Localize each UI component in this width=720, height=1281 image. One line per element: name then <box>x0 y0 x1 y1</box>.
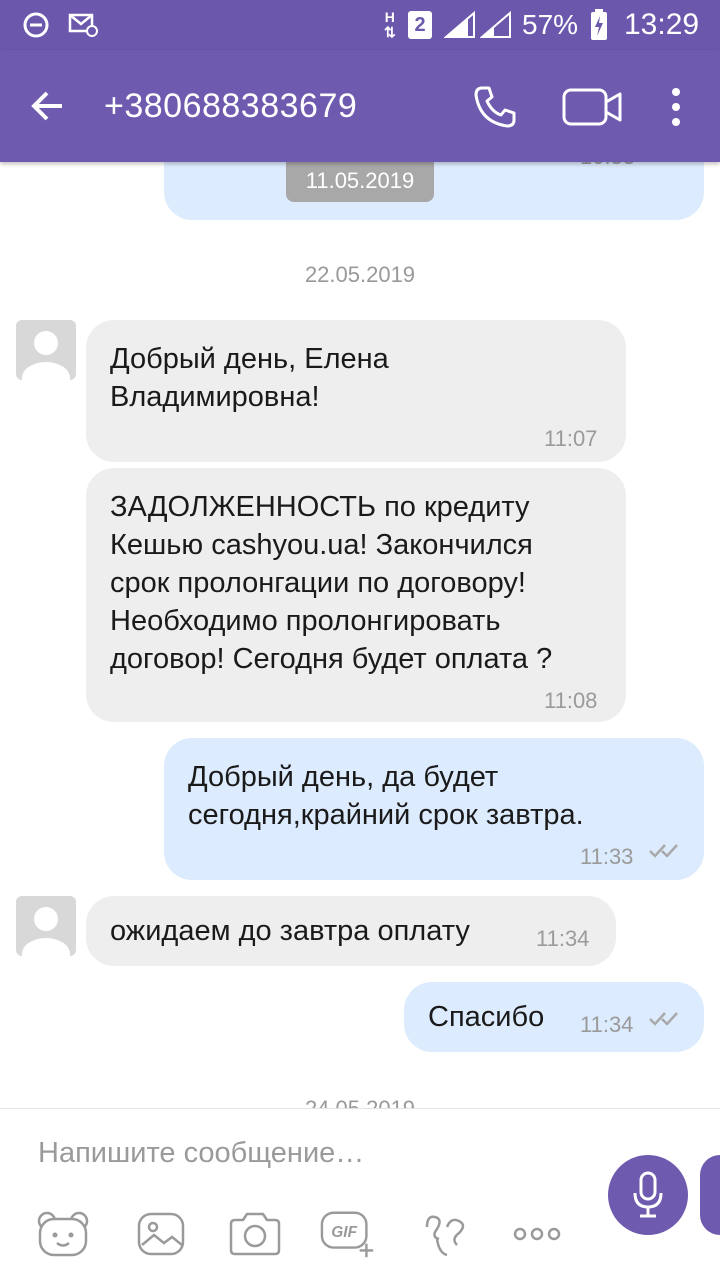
message-list[interactable]: 10:55 11.05.2019 22.05.2019 Добрый день,… <box>0 162 720 1108</box>
network-type: H ⇅ <box>384 9 396 40</box>
arrow-left-icon[interactable] <box>28 86 68 126</box>
message-bubble-outgoing[interactable]: Добрый день, да будет сегодня,крайний ср… <box>164 738 704 880</box>
avatar[interactable] <box>16 896 76 956</box>
message-text: Спасибо <box>428 1001 545 1033</box>
date-separator: 22.05.2019 <box>304 262 416 287</box>
signal-icon <box>444 0 476 50</box>
side-button-edge[interactable] <box>700 1155 720 1235</box>
message-bubble-outgoing[interactable]: 10:55 <box>164 162 704 220</box>
composer: Напишите сообщение… GIF <box>0 1108 720 1281</box>
microphone-icon[interactable] <box>608 1155 688 1235</box>
message-time: 11:34 <box>536 926 590 951</box>
message-time: 10:55 <box>580 162 635 176</box>
message-text: ЗАДОЛЖЕННОСТЬ по кредиту Кешью cashyou.u… <box>110 491 553 675</box>
more-horizontal-icon[interactable] <box>508 1205 566 1263</box>
sticker-icon[interactable] <box>34 1205 92 1263</box>
email-notification-icon <box>68 0 98 50</box>
status-bar: H ⇅ 2 57% 13:29 <box>0 0 720 50</box>
gif-label: GIF <box>331 1224 357 1241</box>
message-time: 11:33 <box>580 844 634 869</box>
message-bubble-incoming[interactable]: ожидаем до завтра оплату 11:34 <box>86 896 616 966</box>
do-not-disturb-icon <box>22 0 50 50</box>
avatar[interactable] <box>16 320 76 380</box>
camera-icon[interactable] <box>226 1205 284 1263</box>
date-overlay: 11.05.2019 <box>286 162 434 202</box>
date-separator: 24.05.2019 <box>260 1096 460 1108</box>
clock: 13:29 <box>624 8 700 41</box>
gif-icon[interactable]: GIF <box>320 1205 378 1263</box>
more-vertical-icon[interactable] <box>668 86 684 128</box>
message-time: 11:07 <box>544 426 598 451</box>
message-time: 11:08 <box>544 688 598 713</box>
message-time: 11:34 <box>580 1012 634 1037</box>
read-ticks-icon <box>649 1012 678 1026</box>
sim-badge: 2 <box>408 0 432 50</box>
message-text: Добрый день, Елена Владимировна! <box>110 343 389 413</box>
phone-icon[interactable] <box>472 84 518 130</box>
battery-charging-icon <box>590 0 608 50</box>
chat-header: +380688383679 <box>0 50 720 162</box>
message-input[interactable]: Напишите сообщение… <box>38 1137 364 1170</box>
gallery-icon[interactable] <box>132 1205 190 1263</box>
battery-percent: 57% <box>522 9 579 40</box>
read-ticks-icon <box>649 844 678 858</box>
message-bubble-incoming[interactable]: ЗАДОЛЖЕННОСТЬ по кредиту Кешью cashyou.u… <box>86 468 626 722</box>
video-camera-icon[interactable] <box>562 86 624 128</box>
contact-name[interactable]: +380688383679 <box>104 50 357 162</box>
message-bubble-incoming[interactable]: Добрый день, Елена Владимировна! 11:07 <box>86 320 626 462</box>
message-bubble-outgoing[interactable]: Спасибо 11:34 <box>404 982 704 1052</box>
doodle-icon[interactable] <box>418 1205 476 1263</box>
message-text: Добрый день, да будет сегодня,крайний ср… <box>188 761 584 831</box>
signal-icon-2 <box>480 0 512 50</box>
message-text: ожидаем до завтра оплату <box>110 915 470 947</box>
